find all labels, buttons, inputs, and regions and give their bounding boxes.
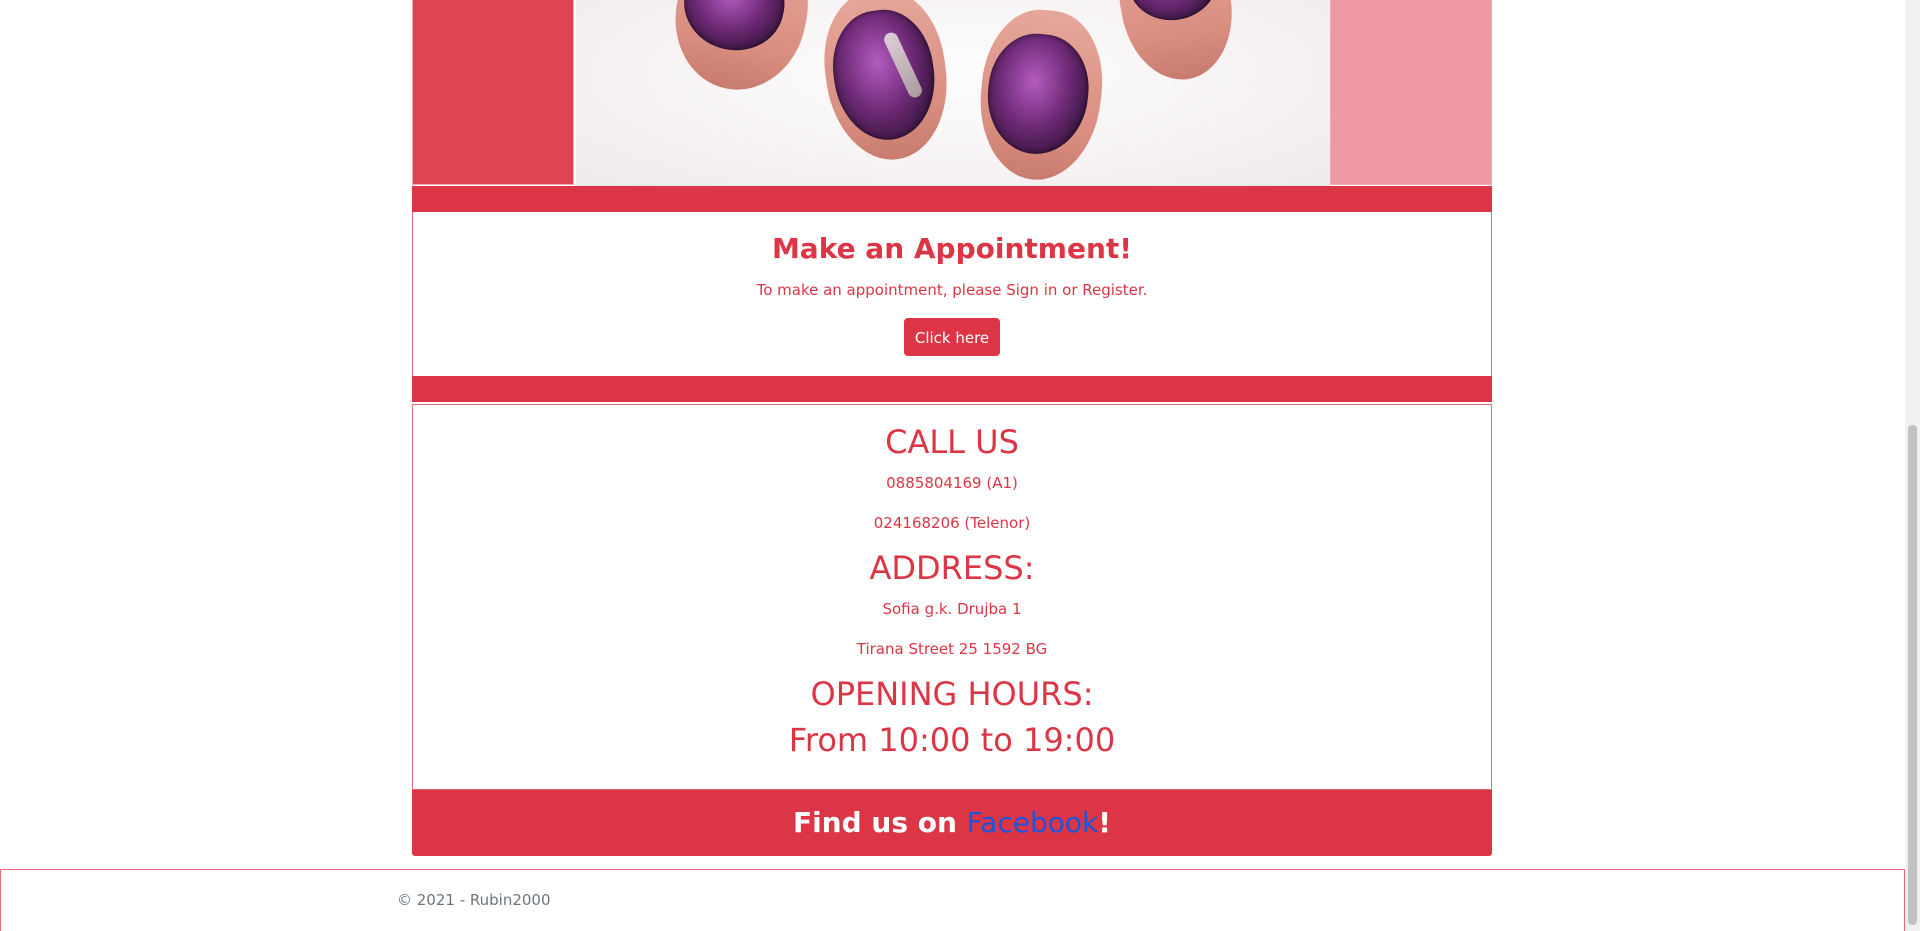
appointment-title: Make an Appointment! xyxy=(771,232,1133,265)
scrollbar-thumb[interactable] xyxy=(1908,425,1917,925)
contact-section: CALL US 0885804169 (A1) 024168206 (Telen… xyxy=(412,404,1492,790)
footer-copyright: © 2021 - Rubin2000 xyxy=(397,891,551,909)
carousel-next-button[interactable] xyxy=(1330,0,1492,185)
carousel-prev-button[interactable] xyxy=(412,0,574,185)
address-line-1: Sofia g.k. Drujba 1 xyxy=(882,600,1022,618)
phone-a1: 0885804169 (A1) xyxy=(886,474,1018,492)
click-here-button[interactable]: Click here xyxy=(904,318,1000,356)
facebook-link[interactable]: Facebook xyxy=(967,806,1099,839)
appointment-section: Make an Appointment! To make an appointm… xyxy=(412,212,1492,376)
call-us-heading: CALL US xyxy=(885,423,1019,461)
appointment-text: To make an appointment, please Sign in o… xyxy=(756,281,1148,299)
appointment-bottom-band xyxy=(412,376,1492,402)
opening-hours-text: From 10:00 to 19:00 xyxy=(788,721,1116,759)
appointment-top-band xyxy=(412,186,1492,212)
address-line-2: Tirana Street 25 1592 BG xyxy=(856,640,1048,658)
image-carousel xyxy=(412,0,1492,186)
page-scrollbar[interactable] xyxy=(1905,0,1920,931)
nail-photo xyxy=(576,0,1330,186)
address-heading: ADDRESS: xyxy=(869,549,1035,587)
opening-hours-heading: OPENING HOURS: xyxy=(810,675,1094,713)
facebook-prefix: Find us on xyxy=(792,806,967,839)
page: Make an Appointment! To make an appointm… xyxy=(0,0,1905,931)
facebook-suffix: ! xyxy=(1098,806,1112,839)
phone-telenor: 024168206 (Telenor) xyxy=(873,514,1031,532)
facebook-band: Find us on Facebook! xyxy=(412,790,1492,856)
footer: © 2021 - Rubin2000 xyxy=(0,869,1905,931)
